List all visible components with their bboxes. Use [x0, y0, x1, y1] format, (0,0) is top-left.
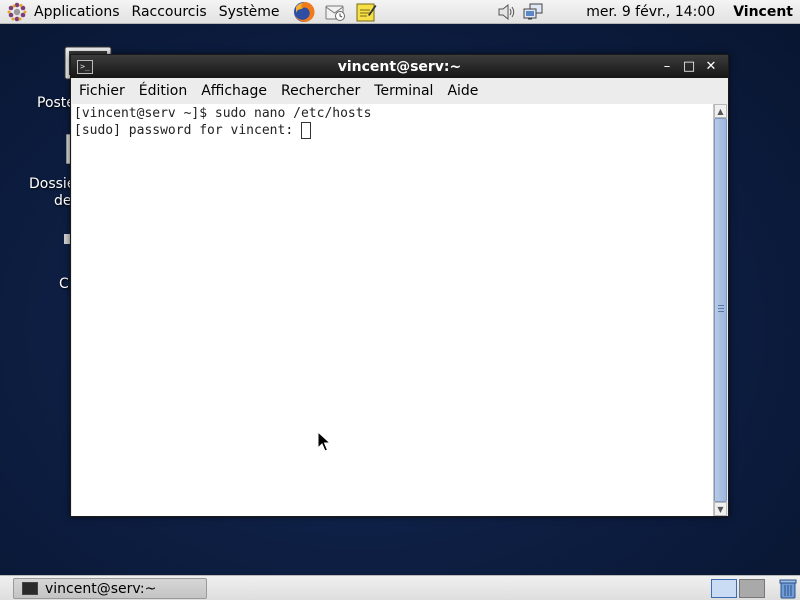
network-icon	[523, 3, 543, 19]
window-menubar: Fichier Édition Affichage Rechercher Ter…	[71, 79, 728, 103]
terminal-line: [sudo] password for vincent:	[74, 122, 712, 139]
workspace-2[interactable]	[739, 579, 765, 598]
applications-menu[interactable]: Applications	[0, 0, 126, 24]
menu-fichier[interactable]: Fichier	[71, 83, 132, 99]
window-controls: – □ ✕	[656, 55, 722, 78]
scroll-down-arrow-icon[interactable]: ▼	[714, 502, 727, 516]
network-status[interactable]	[520, 0, 546, 24]
user-menu[interactable]: Vincent	[733, 4, 793, 20]
terminal-app-icon: >_	[77, 59, 93, 74]
menu-aide[interactable]: Aide	[440, 83, 485, 99]
bottom-panel: vincent@serv:~	[0, 575, 800, 600]
mail-launcher[interactable]	[322, 0, 348, 24]
desktop-icon-home-label-line2: de	[54, 193, 72, 209]
menu-affichage[interactable]: Affichage	[194, 83, 274, 99]
text-cursor	[300, 122, 311, 139]
terminal-line-text: [vincent@serv ~]$ sudo nano /etc/hosts	[74, 106, 372, 121]
workspace-1[interactable]	[711, 579, 737, 598]
volume-control[interactable]	[494, 0, 520, 24]
systeme-menu-label: Système	[218, 3, 280, 20]
terminal-line: [vincent@serv ~]$ sudo nano /etc/hosts	[74, 105, 712, 122]
mouse-pointer-icon	[317, 431, 331, 452]
firefox-icon	[293, 1, 315, 22]
terminal-line-text: [sudo] password for vincent:	[74, 123, 301, 138]
menu-terminal[interactable]: Terminal	[367, 83, 440, 99]
minimize-button[interactable]: –	[656, 58, 678, 76]
taskbar-terminal-button[interactable]: vincent@serv:~	[13, 578, 207, 599]
systeme-menu[interactable]: Système	[213, 0, 286, 24]
volume-icon	[498, 3, 515, 20]
top-panel: Applications Raccourcis Système mer. 9 f…	[0, 0, 800, 24]
menu-rechercher[interactable]: Rechercher	[274, 83, 367, 99]
menu-edition[interactable]: Édition	[132, 83, 194, 99]
clock[interactable]: mer. 9 févr., 14:00	[586, 4, 715, 20]
raccourcis-menu[interactable]: Raccourcis	[126, 0, 213, 24]
notes-icon	[356, 3, 377, 21]
trash-icon[interactable]	[778, 578, 798, 599]
notes-launcher[interactable]	[353, 0, 379, 24]
terminal-window: >_ vincent@serv:~ – □ ✕ Fichier Édition …	[70, 54, 729, 517]
raccourcis-menu-label: Raccourcis	[131, 3, 207, 20]
mail-icon	[325, 5, 345, 21]
terminal-task-icon	[22, 582, 38, 595]
taskbar-terminal-label: vincent@serv:~	[45, 580, 157, 597]
desktop-icon-trash-label: C	[59, 276, 69, 292]
scroll-up-arrow-icon[interactable]: ▲	[714, 104, 727, 118]
firefox-launcher[interactable]	[291, 0, 317, 24]
maximize-button[interactable]: □	[678, 58, 700, 76]
applications-menu-label: Applications	[34, 3, 120, 20]
scrollbar-thumb[interactable]	[714, 118, 727, 502]
desktop-icon-home-label-line1: Dossie	[29, 176, 76, 192]
vertical-scrollbar[interactable]: ▲ ▼	[713, 104, 727, 516]
window-titlebar[interactable]: >_ vincent@serv:~ – □ ✕	[71, 55, 728, 78]
scrollbar-grip-icon	[718, 305, 724, 312]
window-title: vincent@serv:~	[337, 58, 462, 75]
close-button[interactable]: ✕	[700, 58, 722, 76]
gnome-foot-icon	[7, 2, 27, 21]
terminal-output[interactable]: [vincent@serv ~]$ sudo nano /etc/hosts […	[72, 104, 714, 516]
